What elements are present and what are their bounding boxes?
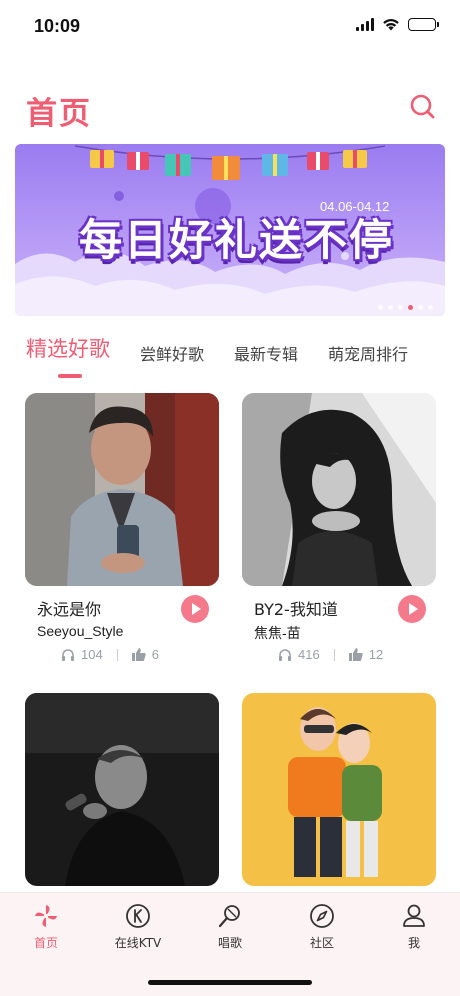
pagination-dot — [418, 305, 423, 310]
battery-icon — [408, 18, 439, 31]
nav-label: 在线KTV — [114, 936, 162, 950]
song-title: 永远是你 — [37, 600, 102, 619]
headphones-icon — [62, 649, 74, 661]
tab-latest-albums[interactable]: 最新专辑 — [234, 341, 298, 365]
search-icon[interactable] — [408, 92, 438, 122]
song-card[interactable] — [242, 693, 436, 886]
nav-sing[interactable]: 唱歌 — [190, 903, 270, 951]
compass-icon — [310, 904, 334, 928]
song-title: BY2-我知道 — [254, 600, 338, 619]
nav-me[interactable]: 我 — [374, 903, 454, 951]
category-tabs: 精选好歌 尝鲜好歌 最新专辑 萌宠周排行 — [0, 336, 460, 382]
song-cover-image — [242, 693, 436, 886]
header: 首页 — [0, 84, 460, 134]
microphone-icon — [218, 905, 240, 928]
pagination-dot — [398, 305, 403, 310]
song-cover-image — [25, 393, 219, 586]
nav-home[interactable]: 首页 — [6, 903, 86, 951]
song-cover-image — [242, 393, 436, 586]
nav-community[interactable]: 社区 — [282, 903, 362, 951]
status-bar: 10:09 — [0, 0, 460, 56]
status-time: 10:09 — [34, 16, 81, 36]
pagination-dot-active — [408, 305, 413, 310]
banner-pagination — [378, 305, 433, 310]
tab-featured-songs[interactable]: 精选好歌 — [26, 333, 110, 363]
nav-label: 首页 — [33, 936, 58, 950]
tab-new-songs[interactable]: 尝鲜好歌 — [140, 341, 204, 365]
thumbs-up-icon — [131, 648, 146, 661]
song-card[interactable] — [25, 693, 219, 886]
song-artist[interactable]: 焦焦-苗 — [254, 623, 301, 643]
promo-banner[interactable]: 04.06-04.12 每日好礼送不停 — [15, 144, 445, 316]
tab-pet-weekly-chart[interactable]: 萌宠周排行 — [328, 341, 408, 365]
home-indicator — [148, 980, 312, 985]
stat-divider — [116, 648, 118, 661]
play-button[interactable] — [181, 595, 209, 623]
status-icons — [356, 18, 439, 31]
pinwheel-icon — [35, 905, 57, 927]
headphones-icon — [279, 649, 291, 661]
nav-label: 唱歌 — [217, 936, 242, 950]
nav-label: 我 — [407, 936, 420, 950]
song-cover-image — [25, 693, 219, 886]
song-stats: 416 12 — [278, 647, 383, 662]
banner-headline: 每日好礼送不停 — [79, 216, 394, 266]
like-count: 12 — [368, 647, 384, 662]
page-title: 首页 — [26, 96, 92, 132]
profile-icon — [403, 904, 425, 927]
listen-count: 416 — [298, 647, 320, 662]
song-artist[interactable]: Seeyou_Style — [37, 623, 123, 639]
listen-count: 104 — [81, 647, 103, 662]
nav-label: 社区 — [309, 936, 334, 950]
wifi-icon — [383, 19, 399, 31]
pagination-dot — [428, 305, 433, 310]
stat-divider — [333, 648, 335, 661]
ktv-icon — [126, 904, 150, 928]
play-button[interactable] — [398, 595, 426, 623]
song-card[interactable]: 永远是你 Seeyou_Style 104 6 — [25, 393, 219, 662]
thumbs-up-icon — [348, 648, 363, 661]
song-stats: 104 6 — [61, 647, 159, 662]
like-count: 6 — [151, 647, 159, 662]
pagination-dot — [388, 305, 393, 310]
cellular-signal-icon — [356, 18, 374, 31]
nav-online-ktv[interactable]: 在线KTV — [98, 903, 178, 951]
song-card[interactable]: BY2-我知道 焦焦-苗 416 12 — [242, 393, 436, 662]
active-tab-indicator — [58, 374, 82, 378]
gift-box-icon — [90, 150, 367, 180]
pagination-dot — [378, 305, 383, 310]
